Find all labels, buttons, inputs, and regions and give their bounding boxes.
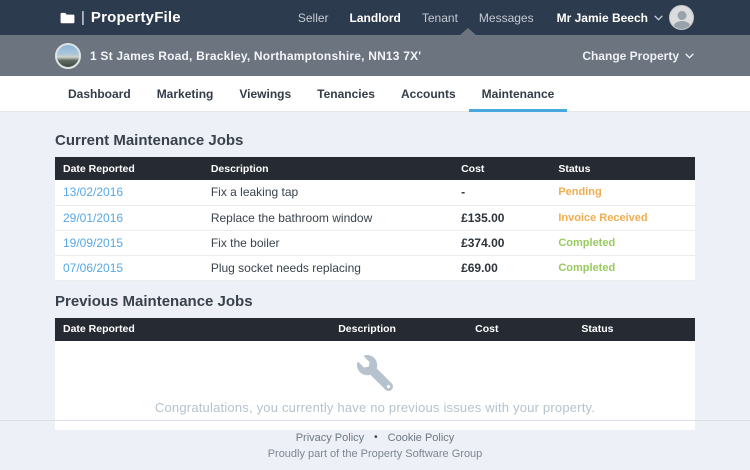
property-photo-thumbnail[interactable] [55,43,81,69]
previous-jobs-title: Previous Maintenance Jobs [55,293,695,310]
avatar[interactable] [669,5,694,30]
col-header-description: Description [330,318,467,341]
status-badge: Pending [550,180,695,205]
table-row: 13/02/2016 Fix a leaking tap - Pending [55,180,695,205]
main-content: Current Maintenance Jobs Date Reported D… [0,112,750,430]
nav-item-messages[interactable]: Messages [479,11,534,25]
col-header-status: Status [550,157,695,180]
logo-divider: | [81,9,85,26]
app-logo[interactable]: | PropertyFile [60,9,181,26]
footer-links: Privacy Policy • Cookie Policy [296,432,455,444]
job-date-link[interactable]: 13/02/2016 [63,185,123,199]
tab-marketing[interactable]: Marketing [144,76,227,111]
nav-item-tenant[interactable]: Tenant [422,11,458,25]
job-date-link[interactable]: 07/06/2015 [63,261,123,275]
page-footer: Privacy Policy • Cookie Policy Proudly p… [0,420,750,470]
tab-viewings[interactable]: Viewings [226,76,304,111]
current-jobs-title: Current Maintenance Jobs [55,132,695,149]
user-menu[interactable]: Mr Jamie Beech [557,5,694,30]
job-cost: £135.00 [453,205,550,230]
property-address: 1 St James Road, Brackley, Northamptonsh… [90,49,421,63]
job-date-link[interactable]: 29/01/2016 [63,211,123,225]
col-header-description: Description [203,157,453,180]
section-tabs: Dashboard Marketing Viewings Tenancies A… [0,76,750,112]
job-date-link[interactable]: 19/09/2015 [63,236,123,250]
col-header-status: Status [573,318,695,341]
empty-state-message: Congratulations, you currently have no p… [155,400,595,415]
tab-accounts[interactable]: Accounts [388,76,469,111]
col-header-cost: Cost [467,318,573,341]
folder-icon [60,12,75,24]
active-nav-caret [460,28,476,35]
col-header-date: Date Reported [55,318,330,341]
status-badge: Completed [550,230,695,255]
table-header-row: Date Reported Description Cost Status [55,318,695,341]
col-header-date: Date Reported [55,157,203,180]
previous-jobs-empty-state: Congratulations, you currently have no p… [55,341,695,430]
user-name: Mr Jamie Beech [557,11,648,25]
footer-separator: • [374,432,378,443]
top-navbar: | PropertyFile Seller Landlord Tenant Me… [0,0,750,35]
change-property-label: Change Property [582,49,679,63]
tab-tenancies[interactable]: Tenancies [304,76,388,111]
chevron-down-icon [654,15,663,21]
tab-dashboard[interactable]: Dashboard [55,76,144,111]
nav-item-landlord[interactable]: Landlord [350,11,401,25]
primary-nav: Seller Landlord Tenant Messages Mr Jamie… [298,5,694,30]
chevron-down-icon [685,53,694,59]
change-property-button[interactable]: Change Property [582,49,694,63]
table-row: 19/09/2015 Fix the boiler £374.00 Comple… [55,230,695,255]
job-description: Replace the bathroom window [203,205,453,230]
table-header-row: Date Reported Description Cost Status [55,157,695,180]
property-bar: 1 St James Road, Brackley, Northamptonsh… [0,35,750,76]
current-jobs-table: Date Reported Description Cost Status 13… [55,157,695,281]
job-description: Plug socket needs replacing [203,255,453,280]
logo-text: PropertyFile [91,9,181,26]
wrench-icon [357,355,393,391]
table-row: 07/06/2015 Plug socket needs replacing £… [55,255,695,280]
table-row: 29/01/2016 Replace the bathroom window £… [55,205,695,230]
cookie-policy-link[interactable]: Cookie Policy [388,432,455,444]
status-badge: Completed [550,255,695,280]
privacy-policy-link[interactable]: Privacy Policy [296,432,364,444]
avatar-person-icon [677,11,686,20]
job-cost: £374.00 [453,230,550,255]
job-description: Fix a leaking tap [203,180,453,205]
job-cost: - [453,180,550,205]
footer-tagline: Proudly part of the Property Software Gr… [268,448,483,460]
previous-jobs-table: Date Reported Description Cost Status [55,318,695,341]
col-header-cost: Cost [453,157,550,180]
job-description: Fix the boiler [203,230,453,255]
nav-item-seller[interactable]: Seller [298,11,329,25]
status-badge: Invoice Received [550,205,695,230]
job-cost: £69.00 [453,255,550,280]
tab-maintenance[interactable]: Maintenance [469,76,568,111]
